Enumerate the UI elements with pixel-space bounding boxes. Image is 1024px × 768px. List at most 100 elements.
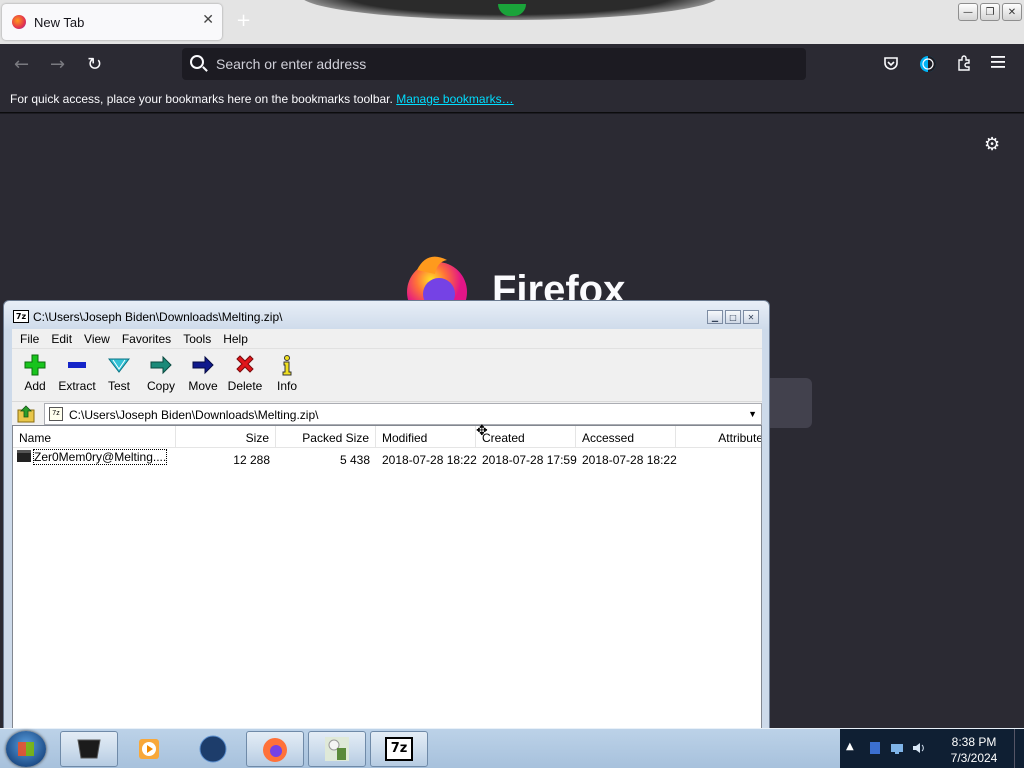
- address-bar[interactable]: [182, 48, 806, 80]
- archive-icon: 7z: [49, 407, 63, 421]
- show-desktop-button[interactable]: [1014, 729, 1024, 768]
- restore-button[interactable]: ❐: [980, 3, 1000, 21]
- sevenzip-window-title: C:\Users\Joseph Biden\Downloads\Melting.…: [33, 310, 283, 324]
- pocket-icon[interactable]: [882, 55, 900, 73]
- file-name: Zer0Mem0ry@Melting....: [33, 449, 168, 465]
- extract-icon: [65, 353, 89, 377]
- sevenzip-title-bar[interactable]: 7z C:\Users\Joseph Biden\Downloads\Melti…: [4, 301, 769, 331]
- column-modified[interactable]: Modified: [376, 426, 476, 448]
- network-icon[interactable]: [890, 741, 904, 755]
- copy-button[interactable]: Copy: [140, 349, 182, 401]
- menu-file[interactable]: File: [14, 329, 45, 348]
- move-button[interactable]: Move: [182, 349, 224, 401]
- column-header-row: Name Size Packed Size Modified Created A…: [13, 426, 761, 448]
- copy-icon: [149, 353, 173, 377]
- menu-hamburger-icon[interactable]: [990, 55, 1008, 73]
- move-icon: [191, 353, 215, 377]
- tab-close-icon[interactable]: ✕: [202, 12, 214, 28]
- bookmarks-toolbar: For quick access, place your bookmarks h…: [0, 86, 1024, 113]
- sevenzip-close-button[interactable]: ✕: [743, 310, 759, 324]
- sevenzip-maximize-button[interactable]: □: [725, 310, 741, 324]
- folder-up-icon[interactable]: [16, 405, 38, 423]
- close-window-button[interactable]: ✕: [1002, 3, 1022, 21]
- menu-tools[interactable]: Tools: [177, 329, 217, 348]
- volume-icon[interactable]: [912, 741, 926, 755]
- file-list[interactable]: Name Size Packed Size Modified Created A…: [12, 425, 762, 731]
- add-button[interactable]: Add: [14, 349, 56, 401]
- terminal-icon: [77, 739, 101, 759]
- manage-bookmarks-link[interactable]: Manage bookmarks…: [396, 92, 513, 106]
- cell-size: 12 288: [233, 453, 270, 467]
- cell-attributes: [676, 450, 761, 470]
- test-icon: [107, 353, 131, 377]
- delete-icon: [233, 353, 257, 377]
- extract-label: Extract: [58, 379, 96, 393]
- path-text: C:\Users\Joseph Biden\Downloads\Melting.…: [69, 408, 319, 422]
- table-row[interactable]: Zer0Mem0ry@Melting.... 12 288 5 438 2018…: [13, 449, 761, 470]
- extensions-icon[interactable]: [955, 55, 973, 73]
- menu-help[interactable]: Help: [217, 329, 254, 348]
- firefox-tab-bar: New Tab ✕ + — ❐ ✕: [0, 0, 1024, 44]
- column-created[interactable]: Created: [476, 426, 576, 448]
- taskbar-app-globe[interactable]: [184, 731, 242, 767]
- reload-button[interactable]: ↻: [87, 54, 102, 75]
- sevenzip-client-area: File Edit View Favorites Tools Help Add …: [12, 329, 762, 731]
- tray-app-icon[interactable]: [868, 741, 882, 755]
- add-icon: [23, 353, 47, 377]
- column-size[interactable]: Size: [176, 426, 276, 448]
- sevenzip-window-controls: ▁ □ ✕: [707, 310, 759, 324]
- sevenzip-taskbar-icon: 7z: [385, 737, 413, 761]
- system-tray: ▲ 8:38 PM 7/3/2024: [840, 729, 1024, 768]
- menu-edit[interactable]: Edit: [45, 329, 78, 348]
- extract-button[interactable]: Extract: [56, 349, 98, 401]
- taskbar-app-firefox[interactable]: [246, 731, 304, 767]
- menu-view[interactable]: View: [78, 329, 116, 348]
- info-label: Info: [276, 379, 297, 393]
- sevenzip-minimize-button[interactable]: ▁: [707, 310, 723, 324]
- resize-cursor-icon: ✥: [476, 423, 488, 439]
- back-button[interactable]: ←: [14, 54, 29, 75]
- delete-button[interactable]: Delete: [224, 349, 266, 401]
- bookmarks-hint-text: For quick access, place your bookmarks h…: [10, 92, 393, 106]
- show-hidden-icons-icon[interactable]: ▲: [846, 741, 854, 752]
- cell-accessed: 2018-07-28 18:22: [582, 453, 677, 467]
- info-icon: [275, 353, 299, 377]
- column-attributes[interactable]: Attributes: [676, 426, 761, 448]
- taskbar-app-image-viewer[interactable]: [308, 731, 366, 767]
- system-clock[interactable]: 8:38 PM 7/3/2024: [944, 734, 1004, 766]
- menu-favorites[interactable]: Favorites: [116, 329, 177, 348]
- tab-new-tab[interactable]: New Tab ✕: [2, 4, 222, 40]
- path-combobox[interactable]: 7z C:\Users\Joseph Biden\Downloads\Melti…: [44, 403, 762, 425]
- move-label: Move: [188, 379, 218, 393]
- sevenzip-address-bar: 7z C:\Users\Joseph Biden\Downloads\Melti…: [12, 401, 762, 425]
- forward-button[interactable]: →: [50, 54, 65, 75]
- taskbar-app-7zip[interactable]: 7z: [370, 731, 428, 767]
- delete-label: Delete: [227, 379, 263, 393]
- test-button[interactable]: Test: [98, 349, 140, 401]
- cell-created: 2018-07-28 17:59: [482, 453, 577, 467]
- firefox-window-controls: — ❐ ✕: [958, 3, 1022, 21]
- minimize-button[interactable]: —: [958, 3, 978, 21]
- taskbar-app-media-player[interactable]: [120, 731, 178, 767]
- copy-label: Copy: [146, 379, 175, 393]
- account-icon[interactable]: [919, 55, 937, 73]
- cell-name[interactable]: Zer0Mem0ry@Melting....: [17, 449, 175, 470]
- taskbar-app-terminal[interactable]: [60, 731, 118, 767]
- new-tab-button[interactable]: +: [236, 10, 251, 31]
- sevenzip-window: 7z C:\Users\Joseph Biden\Downloads\Melti…: [3, 300, 770, 731]
- info-button[interactable]: Info: [266, 349, 308, 401]
- globe-icon: [199, 735, 227, 763]
- test-label: Test: [107, 379, 130, 393]
- gear-icon[interactable]: ⚙: [984, 134, 1000, 155]
- sevenzip-toolbar: Add Extract Test Copy Move Delete Info: [12, 349, 762, 401]
- firefox-icon: [263, 738, 287, 762]
- cell-modified: 2018-07-28 18:22: [382, 453, 477, 467]
- start-button[interactable]: [6, 731, 46, 767]
- column-name[interactable]: Name: [13, 426, 176, 448]
- address-input[interactable]: [216, 52, 776, 76]
- column-accessed[interactable]: Accessed: [576, 426, 676, 448]
- dropdown-arrow-icon[interactable]: ▼: [748, 409, 757, 419]
- column-packed-size[interactable]: Packed Size: [276, 426, 376, 448]
- sevenzip-menu-bar: File Edit View Favorites Tools Help: [12, 329, 762, 349]
- tab-title: New Tab: [34, 15, 85, 30]
